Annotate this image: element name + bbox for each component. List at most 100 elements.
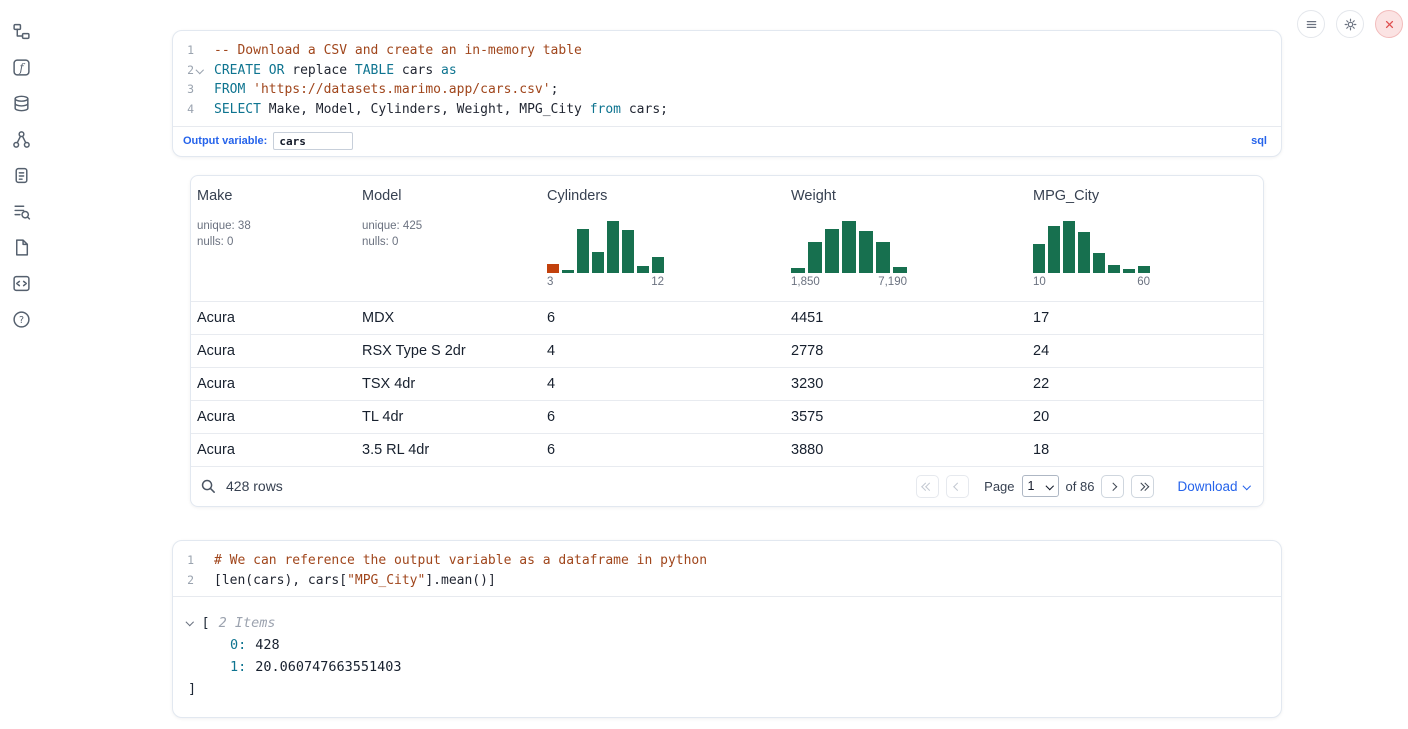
output-entry-value: 428: [255, 637, 279, 653]
items-count-label: 2 Items: [219, 612, 276, 634]
output-variable-label: Output variable:: [183, 135, 267, 147]
column-label: Model: [362, 188, 541, 204]
shutdown-button[interactable]: [1375, 10, 1403, 38]
histogram-bar: [652, 257, 664, 273]
column-label: MPG_City: [1033, 188, 1263, 204]
table-cell: 3.5 RL 4dr: [356, 442, 541, 458]
code-line[interactable]: 4SELECT Make, Model, Cylinders, Weight, …: [173, 100, 1281, 120]
column-label: Cylinders: [547, 188, 785, 204]
output-entry-key: 0:: [230, 637, 246, 653]
hist-min-label: 1,850: [791, 276, 820, 288]
table-footer: 428 rows Page 1 of 86 Download: [191, 466, 1263, 506]
code-line[interactable]: 1-- Download a CSV and create an in-memo…: [173, 41, 1281, 61]
histogram-bar: [1093, 253, 1105, 273]
help-icon[interactable]: ?: [12, 310, 31, 329]
collapse-chevron-icon[interactable]: [187, 621, 193, 625]
outline-search-icon[interactable]: [12, 202, 31, 221]
table-row: AcuraMDX6445117: [191, 301, 1263, 334]
svg-text:?: ?: [18, 315, 23, 326]
gutter-spacer: [194, 100, 205, 120]
table-cell: 6: [541, 310, 785, 326]
histogram-bar: [1063, 221, 1075, 273]
settings-button[interactable]: [1336, 10, 1364, 38]
table-cell: 3230: [785, 376, 1027, 392]
download-button[interactable]: Download: [1177, 479, 1249, 494]
chevron-down-icon: [1046, 481, 1054, 489]
output-entry: 0: 428: [173, 634, 1281, 656]
table-cell: 2778: [785, 343, 1027, 359]
page-select-value: 1: [1028, 479, 1035, 493]
histogram-bar: [622, 230, 634, 273]
column-histogram: [791, 221, 1027, 273]
document-icon[interactable]: [12, 238, 31, 257]
table-row: Acura3.5 RL 4dr6388018: [191, 433, 1263, 466]
code-line[interactable]: 2CREATE OR replace TABLE cars as: [173, 61, 1281, 81]
histogram-bar: [825, 229, 839, 273]
code-line[interactable]: 1# We can reference the output variable …: [173, 551, 1281, 571]
column-header[interactable]: Makeunique: 38nulls: 0: [191, 188, 356, 301]
dependency-graph-icon[interactable]: [12, 130, 31, 149]
scroll-icon[interactable]: [12, 166, 31, 185]
first-page-button[interactable]: [916, 475, 939, 498]
snippets-icon[interactable]: [12, 274, 31, 293]
code-line[interactable]: 2[len(cars), cars["MPG_City"].mean()]: [173, 571, 1281, 591]
histogram-range: 1060: [1033, 276, 1150, 288]
sql-code-editor[interactable]: 1-- Download a CSV and create an in-memo…: [173, 31, 1281, 126]
python-code-editor[interactable]: 1# We can reference the output variable …: [173, 541, 1281, 596]
table-cell: 6: [541, 409, 785, 425]
column-header[interactable]: Weight1,8507,190: [785, 188, 1027, 301]
output-variable-input[interactable]: [273, 132, 353, 150]
page-select[interactable]: 1: [1022, 475, 1059, 497]
histogram-range: 312: [547, 276, 664, 288]
next-page-button[interactable]: [1101, 475, 1124, 498]
prev-page-button[interactable]: [946, 475, 969, 498]
histogram-bar: [842, 221, 856, 273]
table-cell: 3880: [785, 442, 1027, 458]
page-label: Page: [984, 479, 1014, 494]
histogram-bar: [547, 264, 559, 273]
code-line[interactable]: 3FROM 'https://datasets.marimo.app/cars.…: [173, 80, 1281, 100]
column-header[interactable]: Cylinders 312: [541, 188, 785, 301]
page-total-label: of 86: [1066, 479, 1095, 494]
database-icon[interactable]: [12, 94, 31, 113]
column-header[interactable]: Modelunique: 425nulls: 0: [356, 188, 541, 301]
histogram-bar: [562, 270, 574, 273]
menu-button[interactable]: [1297, 10, 1325, 38]
download-label: Download: [1177, 479, 1237, 494]
table-cell: 20: [1027, 409, 1263, 425]
data-table-panel: Makeunique: 38nulls: 0Modelunique: 425nu…: [190, 175, 1264, 507]
column-label: Weight: [791, 188, 1027, 204]
hist-max-label: 60: [1137, 276, 1150, 288]
gutter-spacer: [194, 571, 205, 591]
gutter-spacer: [194, 551, 205, 571]
search-icon[interactable]: [200, 478, 217, 495]
table-header-row: Makeunique: 38nulls: 0Modelunique: 425nu…: [191, 176, 1263, 301]
table-cell: 4: [541, 376, 785, 392]
histogram-bar: [876, 242, 890, 273]
hist-max-label: 12: [651, 276, 664, 288]
line-number: 4: [173, 100, 194, 120]
table-cell: 24: [1027, 343, 1263, 359]
last-page-button[interactable]: [1131, 475, 1154, 498]
line-number: 1: [173, 41, 194, 61]
histogram-bar: [577, 229, 589, 273]
unique-count: unique: 38: [197, 218, 356, 234]
gutter-spacer: [194, 41, 205, 61]
line-number: 1: [173, 551, 194, 571]
functions-icon[interactable]: f: [12, 58, 31, 77]
table-row: AcuraTL 4dr6357520: [191, 400, 1263, 433]
table-cell: TL 4dr: [356, 409, 541, 425]
output-entry-key: 1:: [230, 659, 246, 675]
table-cell: Acura: [191, 376, 356, 392]
column-header[interactable]: MPG_City 1060: [1027, 188, 1263, 301]
table-cell: 4451: [785, 310, 1027, 326]
python-cell: 1# We can reference the output variable …: [172, 540, 1282, 718]
gutter-spacer: [194, 80, 205, 100]
fold-chevron-icon[interactable]: [194, 61, 205, 81]
column-histogram: [547, 221, 785, 273]
null-count: nulls: 0: [197, 234, 356, 250]
histogram-bar: [607, 221, 619, 273]
table-row: AcuraRSX Type S 2dr4277824: [191, 334, 1263, 367]
file-tree-icon[interactable]: [12, 22, 31, 41]
python-output: [ 2 Items 0:4281:20.060747663551403 ]: [173, 596, 1281, 717]
